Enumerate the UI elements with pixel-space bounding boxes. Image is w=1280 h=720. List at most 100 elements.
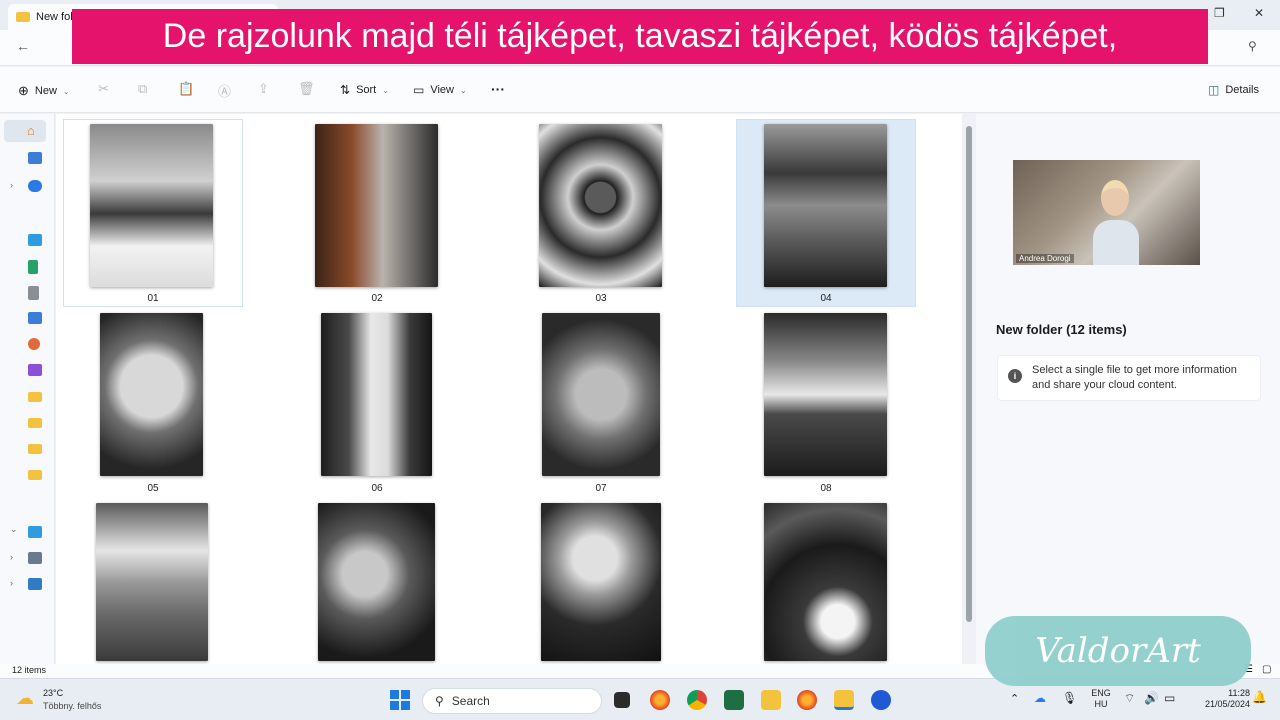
navigation-pane: ⌂ › ⌄ › › [0, 114, 55, 664]
restore-icon[interactable]: ❐ [1214, 6, 1225, 20]
file-tile[interactable]: 03 [511, 119, 691, 307]
app-icon[interactable] [871, 690, 891, 710]
weather-temp[interactable]: 23°C [43, 688, 63, 699]
search-label: Search [451, 694, 490, 708]
file-label: 01 [147, 293, 159, 304]
tiles-view-icon[interactable]: ▢ [1262, 664, 1271, 675]
file-label: 06 [371, 483, 383, 494]
search-icon[interactable]: ⚲ [1248, 39, 1257, 53]
delete-icon[interactable]: 🗑 [298, 81, 315, 97]
notification-bell-icon[interactable]: 🔔 [1252, 690, 1267, 704]
gallery-icon[interactable] [28, 152, 42, 164]
thumbnail-sunset-field [764, 313, 887, 476]
desktop-icon[interactable] [28, 234, 42, 246]
lang-line1: ENG [1091, 688, 1111, 698]
thumbnail-face-portrait [315, 124, 438, 287]
folder-icon [16, 12, 30, 22]
weather-desc[interactable]: Többny. felhős [43, 701, 101, 712]
folder-icon[interactable] [28, 392, 42, 402]
vertical-scrollbar[interactable] [966, 126, 972, 622]
info-icon: i [1008, 369, 1022, 383]
this-pc-icon[interactable] [28, 526, 42, 538]
close-icon[interactable]: ✕ [1254, 6, 1264, 20]
file-tile[interactable]: 04 [736, 119, 916, 307]
file-tile[interactable]: 01 [63, 119, 243, 307]
file-tile[interactable]: 06 [287, 309, 467, 497]
sidebar-item-home[interactable]: ⌂ [4, 120, 46, 142]
file-label: 08 [820, 483, 832, 494]
webcam-overlay: Andrea Dorogi [1013, 160, 1200, 265]
search-icon: ⚲ [435, 694, 444, 708]
sort-button[interactable]: ⇅ Sort ⌄ [340, 83, 389, 97]
lang-line2: HU [1094, 699, 1108, 709]
file-label: 03 [595, 293, 607, 304]
onedrive-tray-icon[interactable]: ☁ [1034, 691, 1046, 705]
sort-icon: ⇅ [340, 83, 351, 97]
details-button[interactable]: ◫ Details [1208, 83, 1259, 97]
copy-icon[interactable]: ⧉ [138, 81, 147, 97]
wifi-icon[interactable]: ⌔ [1124, 691, 1135, 706]
file-tile[interactable]: 05 [63, 309, 243, 497]
file-tile[interactable] [511, 498, 691, 686]
details-pane-icon: ◫ [1208, 83, 1220, 97]
file-tile[interactable]: 08 [736, 309, 916, 497]
chevron-up-icon[interactable]: ⌃ [1010, 692, 1019, 705]
file-tile[interactable]: 07 [511, 309, 691, 497]
paste-icon[interactable]: 📋 [178, 81, 194, 97]
file-label: 04 [820, 293, 832, 304]
music-icon[interactable] [28, 338, 40, 350]
more-options-button[interactable]: ··· [491, 81, 505, 97]
start-icon[interactable] [390, 690, 410, 710]
taskbar-search[interactable]: ⚲ Search [422, 688, 602, 714]
downloads-icon[interactable] [28, 260, 38, 274]
thumbnail-rose [541, 503, 661, 661]
chrome-icon[interactable] [687, 690, 707, 710]
rename-icon[interactable]: Ⓐ [218, 81, 231, 100]
new-button[interactable]: ⊕ New ⌄ [18, 83, 70, 99]
folder-icon[interactable] [28, 444, 42, 454]
clock-date: 21/05/2024 [1204, 699, 1250, 709]
file-label: 07 [595, 483, 607, 494]
file-tile[interactable]: 02 [287, 119, 467, 307]
info-card: i Select a single file to get more infor… [997, 355, 1261, 401]
cut-icon[interactable]: ✂ [98, 81, 109, 97]
chevron-right-icon[interactable]: › [10, 552, 13, 562]
thumbnail-smiling-boy [100, 313, 203, 476]
file-explorer-active-icon[interactable] [834, 690, 854, 710]
battery-icon[interactable]: ▭ [1164, 691, 1175, 705]
clock[interactable]: 11:28 21/05/2024 [1190, 688, 1250, 710]
weather-icon[interactable]: ☁ [16, 688, 34, 709]
back-arrow-icon[interactable]: ← [16, 38, 30, 54]
share-icon[interactable]: ⇪ [258, 81, 269, 97]
microphone-icon[interactable]: 🎙 [1062, 691, 1077, 705]
drive-icon[interactable] [28, 552, 42, 564]
view-button[interactable]: ▭ View ⌄ [413, 83, 467, 97]
file-explorer-pinned-icon[interactable] [761, 690, 781, 710]
thumbnail-old-man [542, 313, 660, 476]
firefox-alt-icon[interactable] [797, 690, 817, 710]
folder-icon[interactable] [28, 470, 42, 480]
file-tile[interactable] [736, 498, 916, 686]
pictures-icon[interactable] [28, 312, 42, 324]
documents-icon[interactable] [28, 286, 39, 300]
new-label: New [34, 85, 57, 97]
file-tile[interactable] [63, 498, 243, 686]
folder-icon[interactable] [28, 418, 42, 428]
chevron-down-icon: ⌄ [460, 85, 467, 95]
onedrive-icon[interactable] [28, 180, 42, 192]
thumbnail-woman-profile [318, 503, 435, 661]
chevron-down-icon[interactable]: ⌄ [10, 524, 18, 535]
videos-icon[interactable] [28, 364, 42, 376]
chevron-down-icon: ⌄ [382, 85, 389, 95]
task-view-icon[interactable] [614, 692, 630, 708]
chevron-right-icon[interactable]: › [10, 578, 13, 588]
excel-icon[interactable] [724, 690, 744, 710]
file-tile[interactable] [287, 498, 467, 686]
volume-icon[interactable]: 🔊 [1144, 691, 1159, 705]
firefox-icon[interactable] [650, 690, 670, 710]
network-icon[interactable] [28, 578, 42, 590]
language-indicator[interactable]: ENG HU [1090, 688, 1112, 710]
details-folder-title: New folder (12 items) [996, 322, 1127, 337]
chevron-right-icon[interactable]: › [10, 180, 13, 190]
view-icon: ▭ [413, 83, 425, 97]
